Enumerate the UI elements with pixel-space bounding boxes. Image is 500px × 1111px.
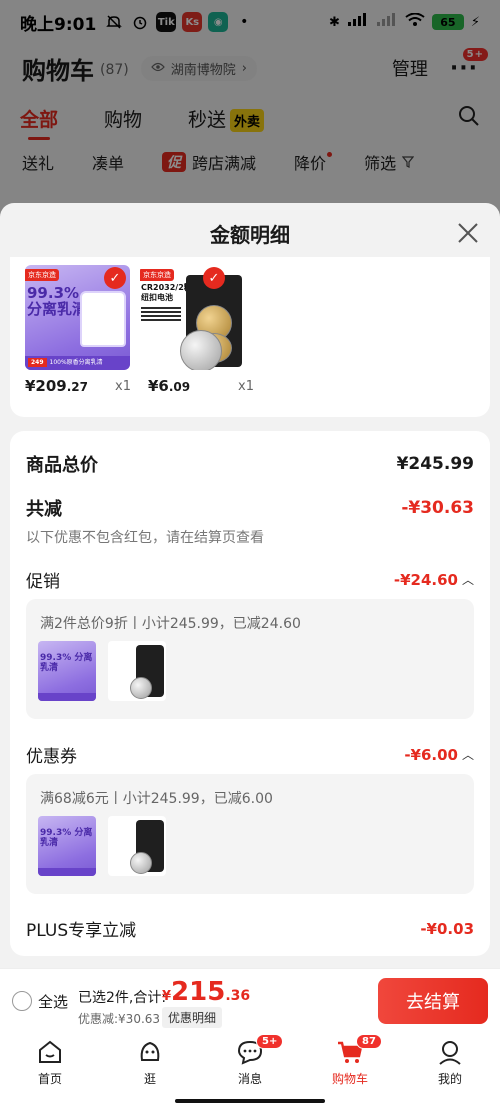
plus-label: PLUS专享立减: [26, 921, 137, 941]
sheet-header: 金额明细: [0, 203, 500, 263]
coupon-row[interactable]: 优惠券 -¥6.00 ︿: [26, 742, 474, 768]
total-label: 商品总价: [26, 455, 98, 476]
price-summary: 商品总价 ¥245.99 共减 -¥30.63 以下优惠不包含红包，请在结算页查…: [10, 431, 490, 956]
select-all-radio[interactable]: [12, 991, 32, 1011]
promo-detail: 满2件总价9折丨小计245.99，已减24.60 99.3% 分离乳清: [26, 599, 474, 719]
coupon-label: 优惠券: [26, 747, 77, 767]
cart-badge: 87: [356, 1034, 382, 1049]
discount-row: 共减 -¥30.63: [26, 495, 474, 521]
product-image-whey: 京东京造 99.3% 分离乳清 249 100%原香分离乳清 ✓: [25, 265, 130, 370]
product-item[interactable]: 京东京造 CR2032/2粒 纽扣电池 ✓ ¥6.09 x1: [140, 265, 254, 400]
currency-symbol: ¥: [162, 989, 172, 1004]
shopping-cart-page: 晚上9:01 Tik Ks ◉ • ✱ 65 ⚡ 购物车 (87) 湖南博物院 …: [0, 0, 500, 1111]
nav-home[interactable]: 首页: [0, 1032, 100, 1111]
product-can-art: [80, 291, 126, 347]
product-price: ¥209.27: [25, 377, 88, 395]
thumb-art-title: 99.3% 分离乳清: [40, 828, 93, 848]
product-list: 京东京造 99.3% 分离乳清 249 100%原香分离乳清 ✓ ¥209.27 …: [10, 257, 490, 417]
product-art-title: 99.3% 分离乳清: [27, 284, 88, 318]
explore-icon: [140, 1041, 160, 1061]
checkout-button[interactable]: 去结算: [378, 978, 488, 1024]
discount-value: -¥30.63: [401, 498, 474, 518]
promo-thumb-whey: 99.3% 分离乳清: [38, 641, 96, 701]
sheet-title: 金额明细: [210, 222, 290, 247]
promo-label: 促销: [26, 572, 60, 592]
coupon-value: -¥6.00: [404, 745, 458, 764]
product-item[interactable]: 京东京造 99.3% 分离乳清 249 100%原香分离乳清 ✓ ¥209.27 …: [25, 265, 135, 400]
brand-tag: 京东京造: [140, 269, 174, 281]
promo-value: -¥24.60: [393, 570, 458, 589]
product-qty: x1: [115, 379, 131, 394]
checkout-total: ¥215.36: [162, 977, 250, 1007]
price-int: ¥209: [25, 377, 67, 395]
nav-messages-label: 消息: [237, 1072, 262, 1086]
total-value: ¥245.99: [396, 454, 474, 474]
total-dec: .36: [225, 988, 251, 1004]
home-icon: [39, 1040, 61, 1063]
product-art-strip-tag: 249: [28, 358, 47, 367]
checkout-bar: 全选 已选2件,合计: ¥215.36 优惠减:¥30.63 优惠明细 去结算: [0, 968, 500, 1032]
nav-explore-label: 逛: [143, 1072, 156, 1086]
check-icon: ✓: [104, 267, 126, 289]
thumb-art-title: 99.3% 分离乳清: [40, 653, 93, 673]
total-row: 商品总价 ¥245.99: [26, 451, 474, 477]
coupon-desc: 满68减6元丨小计245.99，已减6.00: [40, 791, 273, 807]
price-int: ¥6: [148, 377, 169, 395]
selected-summary: 已选2件,合计:: [78, 990, 167, 1006]
amount-detail-sheet: 金额明细 京东京造 99.3% 分离乳清 249 100%原香分离乳清 ✓ ¥20…: [0, 203, 500, 968]
promo-desc: 满2件总价9折丨小计245.99，已减24.60: [40, 616, 301, 632]
product-art-strip-text: 100%原香分离乳清: [49, 359, 103, 366]
check-icon: ✓: [203, 267, 225, 289]
discount-label: 共减: [26, 499, 62, 520]
nav-profile[interactable]: 我的: [400, 1032, 500, 1111]
chevron-up-icon: ︿: [461, 748, 474, 762]
total-int: 215: [171, 977, 226, 1007]
saved-amount: 优惠减:¥30.63: [78, 1012, 161, 1026]
price-dec: .09: [168, 380, 191, 394]
product-image-battery: 京东京造 CR2032/2粒 纽扣电池 ✓: [140, 265, 245, 370]
nav-profile-label: 我的: [437, 1072, 462, 1086]
product-art-title: CR2032/2粒 纽扣电池: [141, 283, 192, 302]
product-art-strip: 249 100%原香分离乳清: [25, 356, 130, 370]
plus-row: PLUS专享立减 -¥0.03: [26, 916, 474, 942]
discount-detail-button[interactable]: 优惠明细: [162, 1007, 223, 1028]
product-feature-list: [141, 307, 181, 323]
product-qty: x1: [238, 379, 254, 394]
select-all-label[interactable]: 全选: [38, 991, 68, 1012]
brand-tag: 京东京造: [25, 269, 59, 281]
promo-row[interactable]: 促销 -¥24.60 ︿: [26, 567, 474, 593]
coupon-thumb-whey: 99.3% 分离乳清: [38, 816, 96, 876]
messages-badge: 5+: [256, 1034, 284, 1049]
nav-cart-label: 购物车: [331, 1072, 368, 1086]
coupon-thumb-battery: [108, 816, 166, 876]
nav-home-label: 首页: [37, 1072, 62, 1086]
product-price: ¥6.09: [148, 377, 190, 395]
home-indicator[interactable]: [175, 1099, 325, 1103]
plus-value: -¥0.03: [420, 919, 474, 938]
close-icon[interactable]: [456, 221, 480, 245]
profile-icon: [439, 1041, 461, 1065]
promo-thumb-battery: [108, 641, 166, 701]
price-dec: .27: [66, 380, 89, 394]
discount-note: 以下优惠不包含红包，请在结算页查看: [26, 530, 264, 546]
coupon-detail: 满68减6元丨小计245.99，已减6.00 99.3% 分离乳清: [26, 774, 474, 894]
chevron-up-icon: ︿: [461, 573, 474, 587]
coin-battery-art: [180, 330, 222, 370]
